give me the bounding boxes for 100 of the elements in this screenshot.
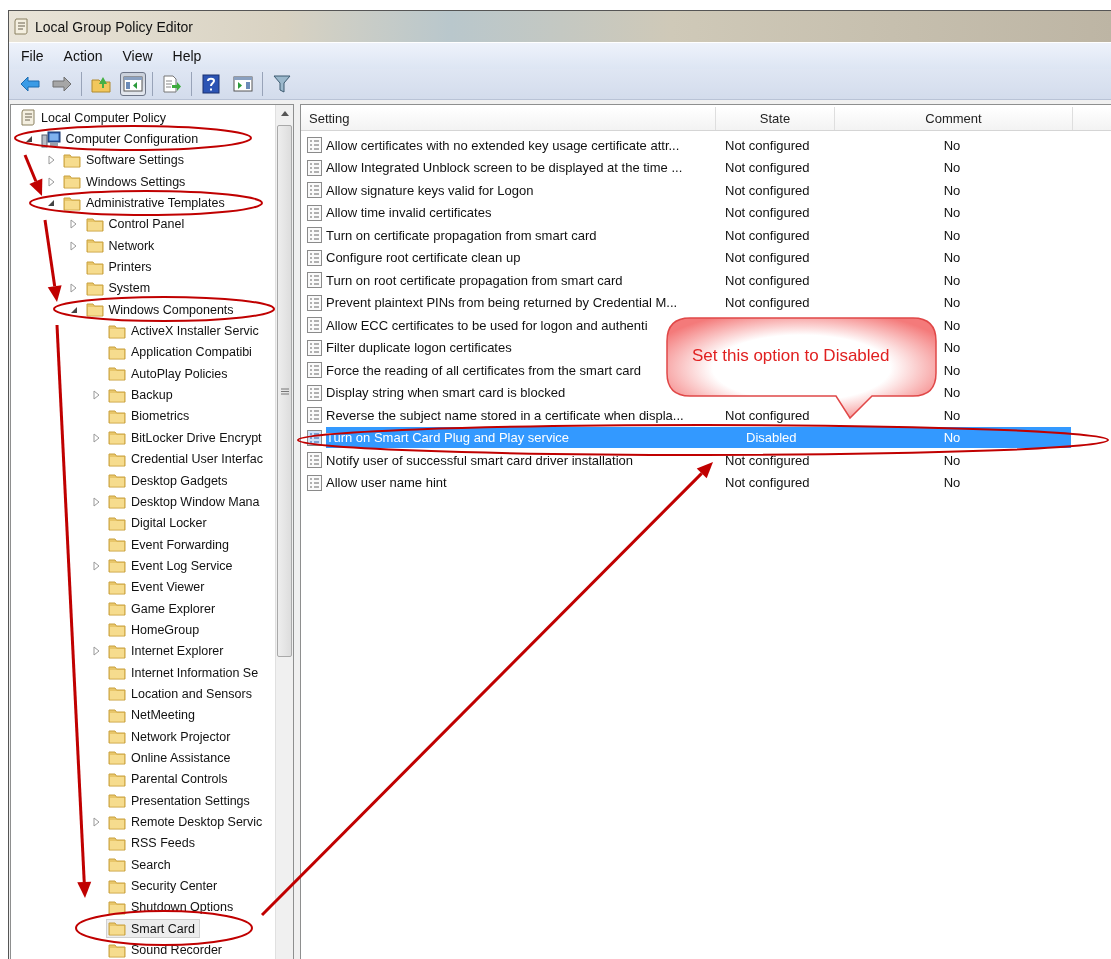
- setting-icon: [307, 272, 322, 289]
- folder-icon: [108, 899, 126, 915]
- tree-item[interactable]: Backup: [106, 385, 178, 405]
- comment-text: No: [943, 362, 961, 378]
- tree-item[interactable]: Search: [106, 855, 176, 875]
- tree-item[interactable]: Credential User Interfac: [106, 449, 268, 469]
- comment-text: No: [943, 272, 961, 288]
- folder-icon: [108, 494, 126, 510]
- menu-item[interactable]: View: [114, 46, 161, 66]
- menu-item[interactable]: Action: [55, 46, 111, 66]
- comment-text: No: [943, 137, 961, 153]
- tree-item[interactable]: System: [83, 278, 156, 298]
- tree-item[interactable]: BitLocker Drive Encrypt: [106, 428, 267, 448]
- folder-icon: [63, 152, 81, 168]
- expand-arrow[interactable]: [92, 646, 100, 657]
- expand-arrow[interactable]: [47, 176, 55, 187]
- tree-item[interactable]: Remote Desktop Servic: [106, 812, 268, 832]
- setting-icon: [307, 159, 322, 176]
- collapse-arrow[interactable]: [24, 135, 33, 143]
- scrollbar[interactable]: [275, 105, 293, 959]
- column-header[interactable]: Setting: [301, 107, 716, 130]
- tree-item[interactable]: HomeGroup: [106, 620, 205, 640]
- toolbar-button[interactable]: [120, 72, 146, 96]
- folder-icon: [85, 238, 104, 254]
- menu-item[interactable]: Help: [164, 46, 210, 66]
- tree-item[interactable]: Biometrics: [106, 407, 195, 426]
- folder-icon: [108, 601, 126, 617]
- tree-item[interactable]: AutoPlay Policies: [106, 364, 233, 384]
- setting-name: Turn on certificate propagation from smart card: [326, 227, 597, 243]
- expand-arrow[interactable]: [92, 817, 100, 827]
- tree-item[interactable]: Internet Explorer: [106, 641, 229, 661]
- expand-arrow[interactable]: [70, 219, 77, 230]
- tree-item[interactable]: Control Panel: [83, 214, 190, 234]
- tree-item[interactable]: Event Forwarding: [106, 535, 234, 555]
- tree-item[interactable]: Event Viewer: [106, 577, 210, 597]
- expand-arrow[interactable]: [92, 390, 100, 401]
- expand-arrow[interactable]: [70, 283, 77, 294]
- setting-icon: [307, 249, 322, 266]
- expand-arrow[interactable]: [92, 560, 100, 571]
- folder-icon: [108, 579, 126, 595]
- tree-item[interactable]: Internet Information Se: [106, 663, 264, 683]
- setting-icon: [307, 407, 322, 424]
- collapse-arrow[interactable]: [47, 199, 55, 208]
- setting-name: Allow certificates with no extended key usage certificate attr...: [326, 137, 680, 153]
- tree-item[interactable]: Administrative Templates: [61, 193, 230, 213]
- tree-item[interactable]: Parental Controls: [106, 769, 233, 789]
- tree-item[interactable]: Local Computer Policy: [18, 108, 172, 128]
- tree-item[interactable]: Application Compatibi: [106, 342, 257, 362]
- expand-arrow[interactable]: [92, 432, 100, 443]
- folder-icon: [108, 515, 126, 531]
- tree-item[interactable]: Sound Recorder: [106, 940, 228, 959]
- state-text: Not configured: [725, 227, 810, 243]
- collapse-arrow[interactable]: [69, 305, 78, 314]
- tree-item[interactable]: Presentation Settings: [106, 791, 255, 811]
- tree-item[interactable]: Computer Configuration: [38, 129, 204, 149]
- tree-item[interactable]: Network Projector: [106, 727, 236, 747]
- scroll-thumb[interactable]: [277, 125, 292, 657]
- setting-icon: [307, 362, 322, 379]
- filter-icon: [273, 74, 291, 94]
- folder-icon: [108, 921, 126, 937]
- setting-name: Filter duplicate logon certificates: [326, 340, 512, 356]
- tree-item[interactable]: Network: [83, 236, 160, 256]
- tree-item[interactable]: RSS Feeds: [106, 833, 200, 853]
- tree-item[interactable]: Windows Settings: [61, 172, 191, 192]
- folder-icon: [108, 771, 126, 787]
- column-header[interactable]: State: [716, 107, 835, 130]
- tree-item[interactable]: Location and Sensors: [106, 684, 257, 704]
- tree-item[interactable]: Digital Locker: [106, 513, 212, 533]
- tree-item[interactable]: Desktop Window Mana: [106, 492, 265, 512]
- folder-up-icon: [91, 75, 111, 93]
- comment-text: No: [943, 430, 961, 446]
- tree-item[interactable]: Printers: [83, 257, 157, 277]
- folder-icon: [63, 195, 81, 211]
- tree-item[interactable]: Smart Card: [106, 919, 200, 939]
- setting-name: Reverse the subject name stored in a certificate when displa...: [326, 407, 684, 423]
- folder-icon: [108, 793, 126, 809]
- tree-item[interactable]: Event Log Service: [106, 556, 238, 576]
- state-text: Not configured: [725, 205, 810, 221]
- setting-icon: [307, 182, 322, 199]
- state-text: Not configured: [725, 182, 810, 198]
- setting-icon: [307, 227, 322, 244]
- tree-item[interactable]: Software Settings: [61, 150, 189, 170]
- folder-icon: [108, 323, 126, 339]
- tree-item[interactable]: ActiveX Installer Servic: [106, 321, 264, 341]
- tree-item[interactable]: Desktop Gadgets: [106, 471, 233, 490]
- column-header[interactable]: Comment: [835, 107, 1073, 130]
- folder-icon: [108, 686, 126, 702]
- expand-arrow[interactable]: [70, 240, 77, 251]
- menu-item[interactable]: File: [13, 46, 52, 66]
- comment-text: No: [943, 317, 961, 333]
- tree-item[interactable]: Game Explorer: [106, 599, 221, 619]
- scroll-up-icon[interactable]: [280, 111, 289, 116]
- expand-arrow[interactable]: [47, 155, 55, 166]
- scroll-icon: [13, 18, 29, 35]
- tree-item[interactable]: Online Assistance: [106, 748, 236, 768]
- tree-item[interactable]: Security Center: [106, 876, 223, 896]
- tree-item[interactable]: Windows Components: [83, 300, 239, 320]
- expand-arrow[interactable]: [92, 496, 100, 507]
- folder-icon: [108, 707, 126, 723]
- tree-item[interactable]: NetMeeting: [106, 705, 200, 725]
